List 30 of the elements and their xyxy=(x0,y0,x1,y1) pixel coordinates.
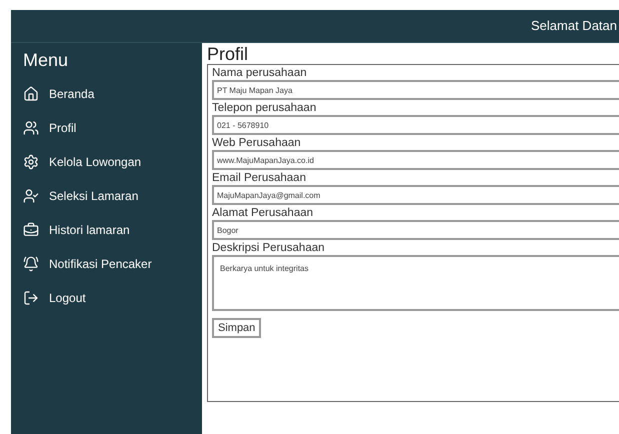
sidebar-item[interactable]: Notifikasi Pencaker xyxy=(23,247,188,281)
menu-title: Menu xyxy=(23,49,70,71)
field-label: Nama perusahaan xyxy=(212,66,308,80)
sidebar-item[interactable]: Logout xyxy=(23,281,188,315)
textarea-field[interactable]: Berkarya untuk integritas xyxy=(212,255,619,311)
input-field[interactable]: www.MajuMapanJaya.co.id xyxy=(212,150,619,170)
welcome-text: Selamat Datan xyxy=(531,17,618,36)
field-label: Deskripsi Perusahaan xyxy=(212,241,326,255)
sidebar-item[interactable]: Beranda xyxy=(23,77,188,111)
sidebar-item[interactable]: Profil xyxy=(23,111,188,145)
user-check-icon xyxy=(23,188,39,204)
users-icon xyxy=(23,120,39,136)
bell-icon xyxy=(23,256,39,272)
gear-icon xyxy=(23,154,39,170)
sidebar-item[interactable]: Histori lamaran xyxy=(23,213,188,247)
briefcase-icon xyxy=(23,222,39,238)
sidebar-item[interactable]: Seleksi Lamaran xyxy=(23,179,188,213)
input-field[interactable]: PT Maju Mapan Jaya xyxy=(212,80,619,100)
field-label: Telepon perusahaan xyxy=(212,101,318,115)
field-label: Web Perusahaan xyxy=(212,136,302,150)
home-icon xyxy=(23,86,39,102)
input-field[interactable]: Bogor xyxy=(212,220,619,240)
save-button[interactable]: Simpan xyxy=(212,318,262,338)
field-label: Email Perusahaan xyxy=(212,171,307,185)
page-title: Profil xyxy=(207,44,250,64)
input-field[interactable]: 021 - 5678910 xyxy=(212,115,619,135)
input-field[interactable]: MajuMapanJaya@gmail.com xyxy=(212,185,619,205)
logout-icon xyxy=(23,290,39,306)
field-label: Alamat Perusahaan xyxy=(212,206,314,220)
sidebar-item[interactable]: Kelola Lowongan xyxy=(23,145,188,179)
